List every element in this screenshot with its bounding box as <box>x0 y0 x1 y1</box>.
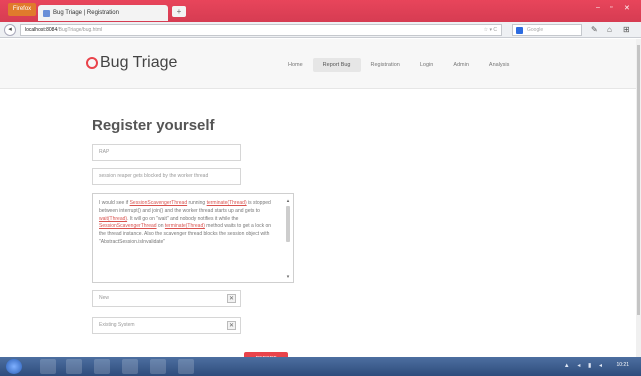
browser-navbar: ◂ localhost:8084/BugTriage/bug.html ☆ ▾ … <box>0 22 641 38</box>
media-icon[interactable] <box>94 359 110 374</box>
scroll-thumb[interactable] <box>286 206 290 242</box>
menu-analysis[interactable]: Analysis <box>479 58 519 72</box>
home-icon[interactable]: ⌂ <box>607 25 612 34</box>
clear-icon[interactable]: ✕ <box>227 321 236 330</box>
firefox-icon[interactable] <box>150 359 166 374</box>
close-icon[interactable]: ✕ <box>624 4 630 12</box>
search-placeholder: Google <box>527 27 544 33</box>
minimize-icon[interactable]: – <box>596 4 600 11</box>
back-arrow-icon[interactable]: ◂ <box>4 24 16 36</box>
page-scrollbar[interactable] <box>636 39 641 357</box>
brand[interactable]: Bug Triage <box>86 54 177 72</box>
ie-icon[interactable] <box>40 359 56 374</box>
clear-icon[interactable]: ✕ <box>227 294 236 303</box>
status-value: New <box>99 295 110 301</box>
desc-link[interactable]: wait(Thread) <box>99 216 127 222</box>
desc-link[interactable]: SessionScavengerThread <box>130 200 188 206</box>
desc-link[interactable]: terminate(Thread) <box>165 223 205 229</box>
firefox-menu-button[interactable]: Firefox <box>8 3 36 16</box>
site-header: Bug Triage Home Report Bug Registration … <box>0 39 641 89</box>
status-select[interactable]: New ✕ <box>92 290 241 307</box>
maximize-icon[interactable]: ▫ <box>610 4 612 11</box>
system-tray[interactable]: ▲ ◂ ▮ ◂ <box>564 362 605 369</box>
description-textarea[interactable]: I would see if SessionScavengerThread ru… <box>92 193 294 283</box>
addon-icon[interactable]: ⊞ <box>623 25 630 34</box>
browser-tab[interactable]: Bug Triage | Registration <box>38 5 168 21</box>
tab-favicon-icon <box>43 9 50 17</box>
url-host: localhost:8084 <box>25 27 58 33</box>
page-scroll-thumb[interactable] <box>637 45 640 315</box>
app-icon[interactable] <box>122 359 138 374</box>
desc-text: on <box>156 223 165 230</box>
page-title: Register yourself <box>92 117 215 134</box>
folder-icon[interactable] <box>66 359 82 374</box>
desc-link[interactable]: SessionScavengerThread <box>99 223 157 229</box>
system-value: Existing System <box>99 322 135 328</box>
url-bar[interactable]: localhost:8084/BugTriage/bug.html ☆ ▾ C <box>20 24 502 36</box>
search-input[interactable]: Google <box>512 24 582 36</box>
scroll-up-icon[interactable]: ▴ <box>285 198 291 204</box>
menu-registration[interactable]: Registration <box>361 58 410 72</box>
desc-text: running <box>187 200 207 206</box>
main-menu: Home Report Bug Registration Login Admin… <box>278 58 519 72</box>
scroll-down-icon[interactable]: ▾ <box>285 274 291 280</box>
brand-logo-icon <box>86 57 98 69</box>
tab-title: Bug Triage | Registration <box>53 10 119 16</box>
desc-link[interactable]: terminate(Thread) <box>207 200 247 206</box>
menu-home[interactable]: Home <box>278 58 313 72</box>
menu-admin[interactable]: Admin <box>443 58 479 72</box>
app2-icon[interactable] <box>178 359 194 374</box>
textarea-scrollbar[interactable]: ▴ ▾ <box>285 198 291 280</box>
brand-name: Bug Triage <box>100 54 178 71</box>
browser-titlebar: Firefox Bug Triage | Registration + – ▫ … <box>0 0 641 22</box>
system-select[interactable]: Existing System ✕ <box>92 317 241 334</box>
new-tab-button[interactable]: + <box>172 6 186 17</box>
summary-field[interactable]: session reaper gets blocked by the worke… <box>92 168 241 185</box>
product-field[interactable]: RAP <box>92 144 241 161</box>
desc-text: I would see if <box>99 200 130 206</box>
windows-start-icon[interactable] <box>6 359 22 374</box>
menu-report-bug[interactable]: Report Bug <box>312 58 361 72</box>
clock[interactable]: 10:21 <box>616 362 629 368</box>
url-actions-icon[interactable]: ☆ ▾ C <box>484 25 497 36</box>
google-icon <box>516 27 523 34</box>
bookmark-icon[interactable]: ✎ <box>591 25 598 34</box>
menu-login[interactable]: Login <box>410 58 443 72</box>
taskbar: ▲ ◂ ▮ ◂ 10:21 <box>0 357 641 376</box>
url-path: /BugTriage/bug.html <box>57 27 103 33</box>
desc-text: . It will go on "wait" and nobody notifi… <box>127 215 239 222</box>
